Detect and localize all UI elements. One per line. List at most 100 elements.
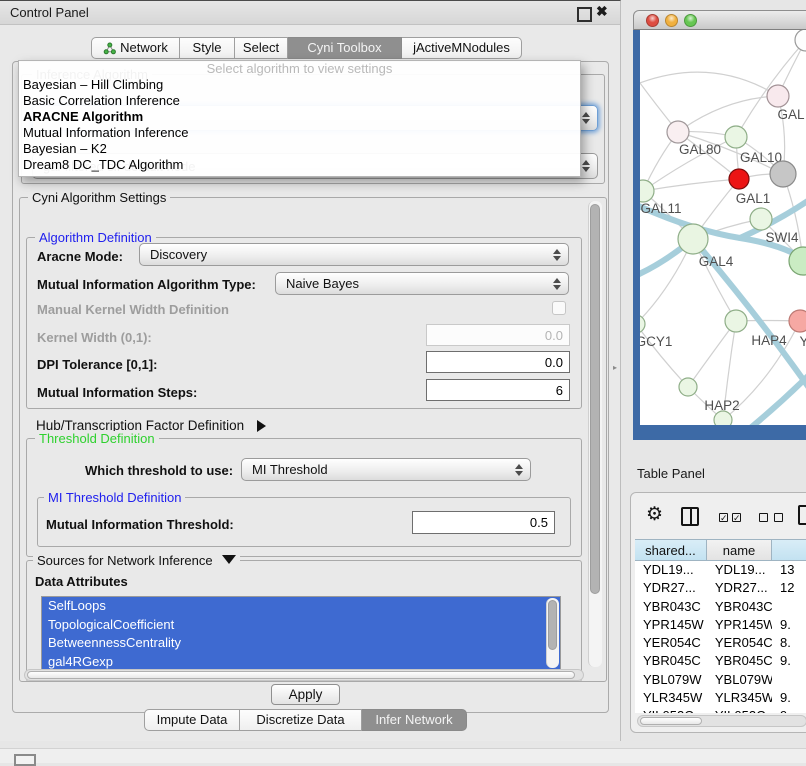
table-row[interactable]: YIL052CYIL052C9. bbox=[635, 707, 806, 713]
close-panel-button[interactable]: ✖ bbox=[596, 3, 608, 20]
algorithm-definition-legend: Algorithm Definition bbox=[35, 230, 156, 245]
tab-impute-data[interactable]: Impute Data bbox=[144, 709, 240, 731]
splitter-collapse-handle[interactable]: ▸ bbox=[613, 363, 619, 373]
network-node-y[interactable] bbox=[789, 310, 806, 332]
attribute-item-selfloops[interactable]: SelfLoops bbox=[42, 597, 560, 616]
gear-icon[interactable]: ⚙ bbox=[646, 503, 663, 526]
network-edge[interactable] bbox=[678, 96, 778, 132]
mac-close-icon[interactable] bbox=[646, 14, 659, 27]
table-row[interactable]: YLR345WYLR345W9. bbox=[635, 689, 806, 707]
algorithm-option-bayesian-k2[interactable]: Bayesian – K2 bbox=[19, 141, 580, 157]
expander-expanded-icon[interactable] bbox=[222, 555, 236, 564]
mi-algorithm-type-combo[interactable]: Naive Bayes bbox=[275, 272, 569, 295]
checked-box-icon[interactable]: ✓ bbox=[732, 513, 741, 522]
floating-grip[interactable] bbox=[14, 754, 36, 766]
table-cell: YPR145W bbox=[707, 616, 772, 634]
attribute-item-gal4rgexp[interactable]: gal4RGexp bbox=[42, 653, 560, 671]
tab-style[interactable]: Style bbox=[180, 37, 235, 59]
which-threshold-label: Which threshold to use: bbox=[85, 463, 233, 478]
table-cell: YLR345W bbox=[707, 689, 772, 707]
mac-zoom-icon[interactable] bbox=[684, 14, 697, 27]
settings-hscrollbar[interactable] bbox=[24, 669, 584, 681]
sources-legend-text: Sources for Network Inference bbox=[37, 553, 213, 568]
mi-steps-field[interactable] bbox=[426, 379, 570, 401]
table-row[interactable]: YBR045CYBR045C9. bbox=[635, 652, 806, 670]
table-cell: YBL079W bbox=[707, 671, 772, 689]
network-edge-thick[interactable] bbox=[748, 372, 806, 425]
network-node-gal[interactable] bbox=[767, 85, 789, 107]
network-node-gal1[interactable] bbox=[729, 169, 749, 189]
which-threshold-value: MI Threshold bbox=[252, 462, 328, 477]
table-row[interactable]: YDL19...YDL19...13 bbox=[635, 561, 806, 579]
tab-infer-network[interactable]: Infer Network bbox=[362, 709, 467, 731]
column-header-shared[interactable]: shared... bbox=[635, 539, 707, 561]
tab-label: Select bbox=[243, 37, 279, 59]
table-hscrollbar-thumb[interactable] bbox=[640, 717, 702, 725]
network-node-gal4[interactable] bbox=[678, 224, 708, 254]
cyni-algorithm-settings-legend: Cyni Algorithm Settings bbox=[28, 190, 170, 205]
attributes-vscrollbar[interactable] bbox=[546, 598, 559, 668]
network-node-gcy1[interactable] bbox=[640, 315, 645, 333]
kernel-width-field[interactable] bbox=[426, 324, 570, 346]
split-columns-icon[interactable] bbox=[681, 507, 699, 526]
tab-discretize-data[interactable]: Discretize Data bbox=[240, 709, 362, 731]
data-attributes-list[interactable]: SelfLoopsTopologicalCoefficientBetweenne… bbox=[41, 596, 561, 670]
tab-jactivemnodules[interactable]: jActiveMNodules bbox=[402, 37, 522, 59]
network-node[interactable] bbox=[770, 161, 796, 187]
table-hscrollbar[interactable] bbox=[637, 715, 806, 727]
tab-network[interactable]: Network bbox=[91, 37, 180, 59]
table-row[interactable]: YPR145WYPR145W9. bbox=[635, 616, 806, 634]
page-icon[interactable] bbox=[798, 505, 806, 525]
network-canvas[interactable]: GALGAL80GAL10GAL1GAL11GAL4SWI4GCY1HAP4YH… bbox=[640, 30, 806, 425]
network-window-titlebar[interactable] bbox=[633, 10, 806, 30]
algorithm-option-mutual-information-inference[interactable]: Mutual Information Inference bbox=[19, 125, 580, 141]
table-row[interactable]: YER054CYER054C8. bbox=[635, 634, 806, 652]
network-node-gal10[interactable] bbox=[725, 126, 747, 148]
attributes-vscrollbar-thumb[interactable] bbox=[548, 600, 557, 650]
unchecked-box-icon[interactable] bbox=[759, 513, 768, 522]
algorithm-option-basic-correlation-inference[interactable]: Basic Correlation Inference bbox=[19, 93, 580, 109]
settings-hscrollbar-thumb[interactable] bbox=[27, 671, 575, 679]
settings-vscrollbar-thumb[interactable] bbox=[590, 204, 600, 594]
network-node-swi4[interactable] bbox=[750, 208, 772, 230]
algorithm-option-dream8-dc-tdc-algorithm[interactable]: Dream8 DC_TDC Algorithm bbox=[19, 157, 580, 173]
table-cell: YBR043C bbox=[635, 598, 707, 616]
mac-minimize-icon[interactable] bbox=[665, 14, 678, 27]
float-window-button[interactable] bbox=[577, 7, 592, 22]
network-edge[interactable] bbox=[640, 72, 778, 96]
settings-vscrollbar[interactable] bbox=[588, 201, 602, 667]
algorithm-option-aracne-algorithm[interactable]: ARACNE Algorithm bbox=[19, 109, 580, 125]
table-cell: YLR345W bbox=[635, 689, 707, 707]
table-row[interactable]: YDR27...YDR27...12 bbox=[635, 579, 806, 597]
node-label-gal1: GAL1 bbox=[736, 191, 771, 206]
bottom-tabbar: Impute Data Discretize DataInfer Network bbox=[144, 709, 467, 731]
sources-legend: Sources for Network Inference bbox=[33, 553, 240, 568]
column-header-name[interactable]: name bbox=[707, 539, 772, 561]
tab-label: Impute Data bbox=[157, 709, 228, 731]
apply-button[interactable]: Apply bbox=[271, 684, 340, 705]
table-row[interactable]: YBL079WYBL079W bbox=[635, 671, 806, 689]
network-node-gal80[interactable] bbox=[667, 121, 689, 143]
network-edge[interactable] bbox=[688, 321, 736, 387]
network-node-hap4[interactable] bbox=[725, 310, 747, 332]
attribute-item-topologicalcoefficient[interactable]: TopologicalCoefficient bbox=[42, 616, 560, 635]
network-view-window: GALGAL80GAL10GAL1GAL11GAL4SWI4GCY1HAP4YH… bbox=[633, 10, 806, 440]
dpi-tolerance-field[interactable] bbox=[426, 351, 570, 373]
unchecked-box-icon[interactable] bbox=[774, 513, 783, 522]
mi-threshold-field[interactable] bbox=[412, 511, 555, 534]
algorithm-option-bayesian-hill-climbing[interactable]: Bayesian – Hill Climbing bbox=[19, 77, 580, 93]
table-panel-title: Table Panel bbox=[637, 466, 705, 481]
which-threshold-combo[interactable]: MI Threshold bbox=[241, 458, 531, 481]
network-node-hap2[interactable] bbox=[679, 378, 697, 396]
network-node[interactable] bbox=[714, 411, 732, 425]
network-graph[interactable]: GALGAL80GAL10GAL1GAL11GAL4SWI4GCY1HAP4YH… bbox=[640, 30, 806, 425]
checked-box-icon[interactable]: ✓ bbox=[719, 513, 728, 522]
tab-cyni-toolbox[interactable]: Cyni Toolbox bbox=[288, 37, 402, 59]
column-header-col2[interactable] bbox=[772, 539, 806, 561]
network-node[interactable] bbox=[795, 30, 806, 51]
aracne-mode-combo[interactable]: Discovery bbox=[139, 243, 569, 266]
manual-kernel-width-checkbox[interactable] bbox=[552, 301, 566, 315]
table-row[interactable]: YBR043CYBR043C bbox=[635, 598, 806, 616]
tab-select[interactable]: Select bbox=[235, 37, 288, 59]
attribute-item-betweennesscentrality[interactable]: BetweennessCentrality bbox=[42, 634, 560, 653]
